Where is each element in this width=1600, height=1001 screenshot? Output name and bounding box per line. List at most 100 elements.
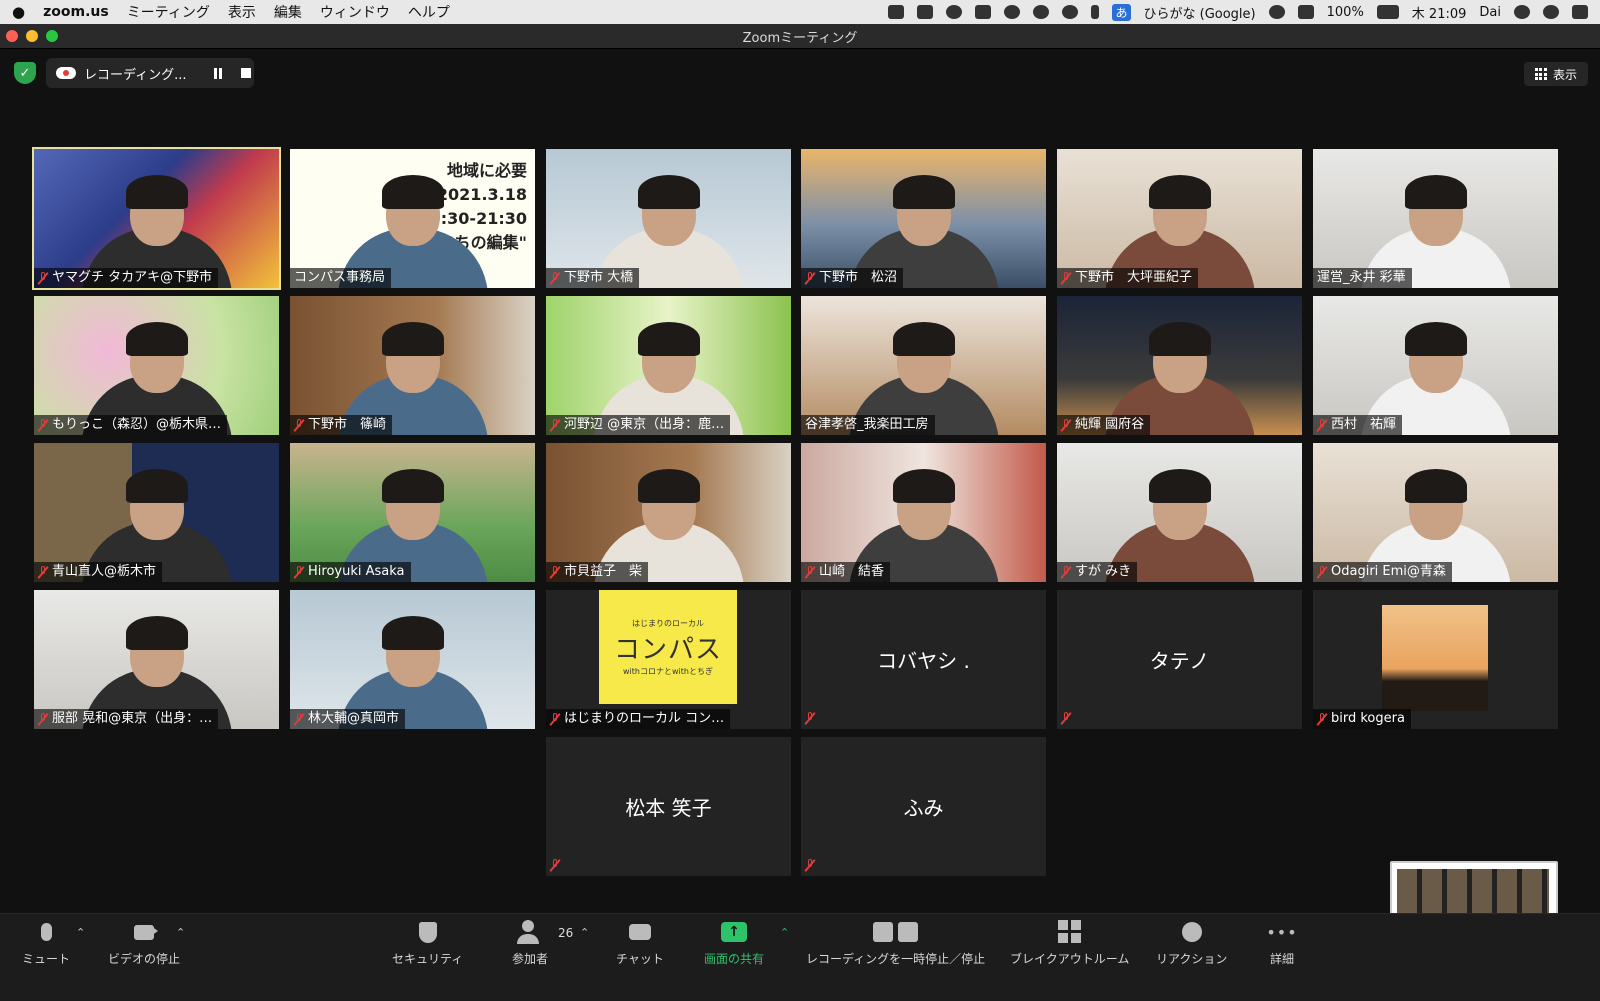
participant-name-label: 谷津孝啓_我楽田工房: [801, 415, 935, 435]
close-window-button[interactable]: [6, 30, 18, 42]
user-name[interactable]: Dai: [1479, 5, 1501, 20]
poster-line: 地域に必要: [446, 161, 527, 180]
participant-tile[interactable]: 松本 笑子: [546, 737, 791, 876]
muted-microphone-icon: [1061, 418, 1071, 432]
clock[interactable]: 木 21:09: [1412, 3, 1467, 22]
participant-tile[interactable]: 西村 祐輝: [1313, 296, 1558, 435]
breakout-rooms-button[interactable]: ブレイクアウトルーム: [1010, 920, 1129, 967]
person-hair: [381, 175, 444, 210]
encryption-shield-icon[interactable]: ✓: [14, 62, 36, 84]
minimize-window-button[interactable]: [26, 30, 38, 42]
participant-tile[interactable]: はじまりのローカル コンパス withコロナとwithとちぎ はじまりのローカル コン…: [546, 590, 791, 729]
volume-icon[interactable]: [1297, 5, 1314, 19]
participant-tile[interactable]: 林大輔@真岡市: [290, 590, 535, 729]
menu-edit[interactable]: 編集: [274, 2, 302, 22]
participant-tile[interactable]: ヤマグチ タカアキ@下野市: [32, 147, 281, 290]
ime-badge[interactable]: あ: [1112, 3, 1131, 21]
creative-cloud-icon[interactable]: [1004, 5, 1021, 19]
security-button[interactable]: セキュリティ: [392, 920, 463, 967]
grid-view-icon: [1534, 68, 1547, 80]
participant-tile[interactable]: 運営_永井 彩華: [1313, 149, 1558, 288]
participants-button[interactable]: 参加者: [512, 920, 548, 967]
security-shield-icon: [414, 920, 442, 944]
reaction-label: リアクション: [1156, 952, 1228, 966]
muted-microphone-icon: [1317, 565, 1327, 579]
participant-name: 松本 笑子: [625, 796, 712, 820]
participant-tile[interactable]: 服部 晃和@東京（出身：…: [34, 590, 279, 729]
share-screen-button[interactable]: 画面の共有: [704, 920, 764, 967]
app-menu[interactable]: zoom.us: [43, 4, 109, 20]
person-hair: [381, 469, 444, 504]
cloud-upload-icon[interactable]: [946, 5, 963, 19]
spotlight-search-icon[interactable]: [1514, 5, 1530, 19]
logo-top-text: はじまりのローカル: [632, 618, 704, 628]
participant-name-label: 青山直人@栃木市: [34, 562, 163, 582]
apple-icon[interactable]: ●: [12, 3, 25, 21]
ime-label[interactable]: ひらがな (Google): [1144, 3, 1256, 22]
participant-tile[interactable]: bird kogera: [1313, 590, 1558, 729]
share-screen-icon: [720, 920, 748, 944]
notification-center-icon[interactable]: [1572, 5, 1588, 19]
view-toggle-button[interactable]: 表示: [1524, 62, 1588, 86]
participant-tile[interactable]: Odagiri Emi@青森: [1313, 443, 1558, 582]
participant-tile[interactable]: コバヤシ .: [801, 590, 1046, 729]
participant-tile[interactable]: 下野市 大坪亜紀子: [1057, 149, 1302, 288]
participant-tile[interactable]: 下野市 大橋: [546, 149, 791, 288]
time-machine-icon[interactable]: [1062, 5, 1079, 19]
evernote-icon[interactable]: [888, 5, 905, 19]
pause-recording-button[interactable]: [211, 66, 225, 80]
share-options-chevron-icon[interactable]: ⌃: [780, 926, 789, 939]
bluetooth-icon[interactable]: [1091, 5, 1100, 19]
participant-tile[interactable]: もりっこ（森忍）@栃木県…: [34, 296, 279, 435]
muted-microphone-icon: [550, 859, 560, 872]
person-hair: [381, 616, 444, 651]
person-hair: [1148, 469, 1211, 504]
participants-options-chevron-icon[interactable]: ⌃: [580, 926, 589, 939]
more-button[interactable]: 詳細: [1268, 920, 1296, 967]
participant-tile[interactable]: タテノ: [1057, 590, 1302, 729]
zoom-window-button[interactable]: [46, 30, 58, 42]
participant-tile[interactable]: 河野辺 @東京（出身：鹿…: [546, 296, 791, 435]
participant-tile[interactable]: 市貝益子 柴: [546, 443, 791, 582]
participant-name-label: Hiroyuki Asaka: [290, 562, 411, 582]
backup-cloud-icon[interactable]: [1033, 5, 1050, 19]
dropbox-icon[interactable]: [975, 5, 992, 19]
battery-percent[interactable]: 100%: [1327, 5, 1364, 20]
recording-controls-button[interactable]: レコーディングを一時停止／停止: [806, 920, 985, 967]
menu-meeting[interactable]: ミーティング: [127, 2, 210, 22]
participant-name: ヤマグチ タカアキ@下野市: [52, 270, 213, 285]
menu-view[interactable]: 表示: [228, 2, 256, 22]
person-hair: [125, 616, 188, 651]
person-hair: [125, 469, 188, 504]
zoom-video-icon[interactable]: [917, 5, 934, 19]
person-hair: [892, 175, 955, 210]
participant-tile[interactable]: 純輝 國府谷: [1057, 296, 1302, 435]
menu-window[interactable]: ウィンドウ: [320, 2, 390, 22]
participant-tile[interactable]: すが みき: [1057, 443, 1302, 582]
menu-help[interactable]: ヘルプ: [408, 2, 450, 22]
wifi-icon[interactable]: [1268, 5, 1285, 19]
stop-video-button[interactable]: ビデオの停止: [108, 920, 180, 967]
siri-icon[interactable]: [1543, 5, 1559, 19]
participant-tile[interactable]: ふみ: [801, 737, 1046, 876]
reactions-button[interactable]: リアクション: [1156, 920, 1227, 967]
participant-tile[interactable]: 地域に必要 2021.3.18 19:30-21:30 "まちの編集" コンパス事務局: [290, 149, 535, 288]
more-dots-icon: [1268, 920, 1296, 944]
window-title: Zoomミーティング: [742, 30, 858, 46]
participant-tile[interactable]: 下野市 篠崎: [290, 296, 535, 435]
participant-tile[interactable]: 下野市 松沼: [801, 149, 1046, 288]
participant-tile[interactable]: 山崎 結香: [801, 443, 1046, 582]
cloud-recording-icon: [56, 67, 76, 79]
video-options-chevron-icon[interactable]: ⌃: [176, 926, 185, 939]
battery-icon[interactable]: [1376, 5, 1399, 19]
mute-button[interactable]: ミュート: [22, 920, 70, 967]
participant-tile[interactable]: 青山直人@栃木市: [34, 443, 279, 582]
audio-options-chevron-icon[interactable]: ⌃: [76, 926, 85, 939]
participants-label: 参加者: [512, 952, 549, 966]
participant-name: 青山直人@栃木市: [52, 564, 157, 579]
participant-tile[interactable]: 谷津孝啓_我楽田工房: [801, 296, 1046, 435]
chat-button[interactable]: チャット: [616, 920, 664, 967]
person-hair: [381, 322, 444, 357]
participant-tile[interactable]: Hiroyuki Asaka: [290, 443, 535, 582]
stop-recording-button[interactable]: [239, 66, 253, 80]
